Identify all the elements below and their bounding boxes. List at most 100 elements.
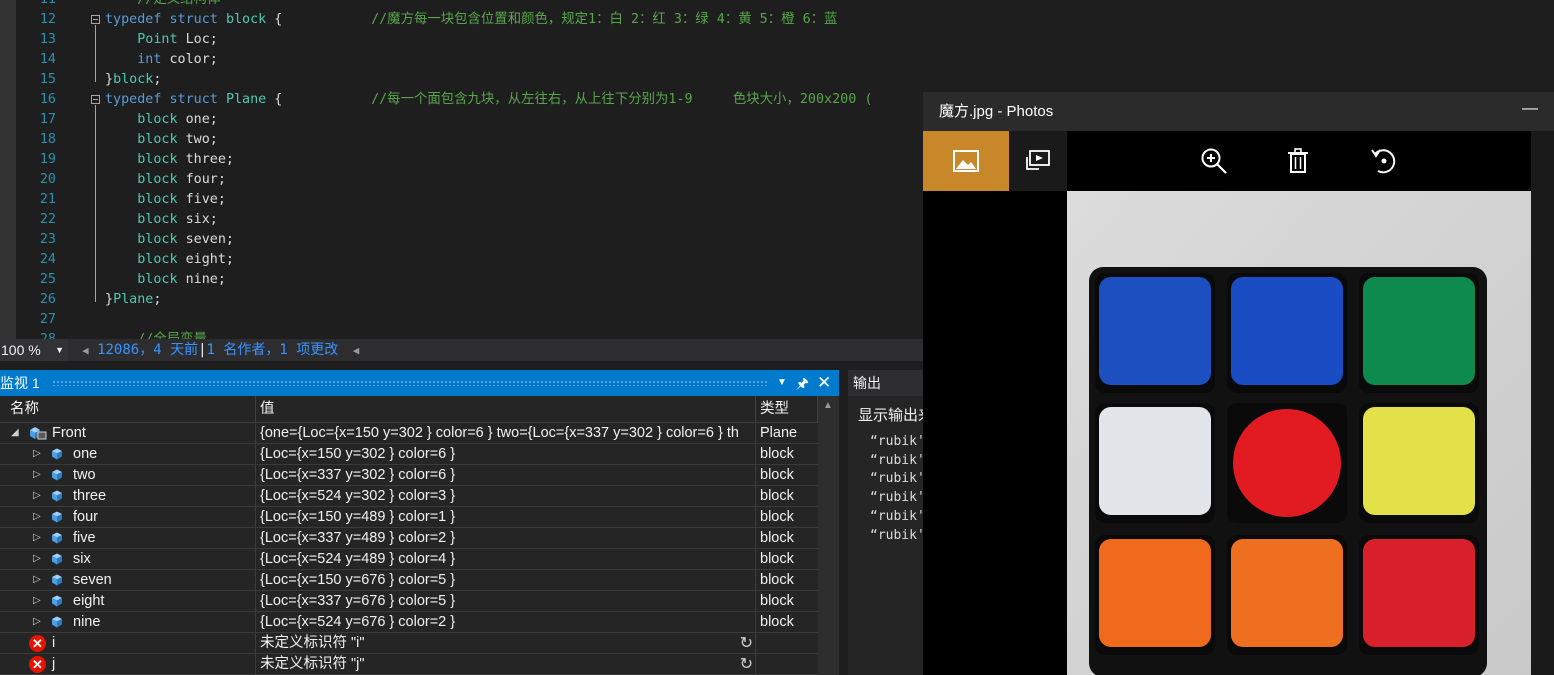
watch-value-cell[interactable]: {Loc={x=524 y=302 } color=3 }: [256, 486, 756, 506]
photos-titlebar[interactable]: 魔方.jpg - Photos —: [923, 92, 1554, 131]
zoom-in-button[interactable]: [1199, 131, 1229, 191]
collapsed-triangle-icon[interactable]: ▷: [33, 591, 41, 611]
watch-row-four[interactable]: ▷ four {Loc={x=150 y=489 } color=1 } block: [0, 507, 818, 528]
watch-value-cell[interactable]: {Loc={x=337 y=489 } color=2 }: [256, 528, 756, 548]
watch-value-cell[interactable]: {Loc={x=150 y=302 } color=6 }: [256, 444, 756, 464]
code-line[interactable]: 18 block two;: [0, 130, 923, 150]
watch-panel-titlebar[interactable]: 监视 1 ▼ 🖈 ✕: [0, 370, 839, 396]
code-line[interactable]: 21 block five;: [0, 190, 923, 210]
watch-row-six[interactable]: ▷ six {Loc={x=524 y=489 } color=4 } block: [0, 549, 818, 570]
column-type[interactable]: 类型: [756, 396, 818, 422]
collapsed-triangle-icon[interactable]: ▷: [33, 549, 41, 569]
chevron-left-icon[interactable]: ◀: [353, 344, 360, 357]
collection-button[interactable]: [923, 131, 1009, 191]
watch-value-cell[interactable]: {Loc={x=150 y=676 } color=5 }: [256, 570, 756, 590]
code-line[interactable]: 25 block nine;: [0, 270, 923, 290]
code-line[interactable]: 27: [0, 310, 923, 330]
watch-value-cell[interactable]: {Loc={x=150 y=489 } color=1 }: [256, 507, 756, 527]
zoom-select[interactable]: 100 % ▼: [0, 339, 68, 361]
code-line[interactable]: 23 block seven;: [0, 230, 923, 250]
watch-value-cell[interactable]: {Loc={x=337 y=676 } color=5 }: [256, 591, 756, 611]
output-panel[interactable]: 输出 显示输出来 “rubik' “rubik' “rubik' “rubik' “ru…: [848, 370, 928, 675]
codelens-authors[interactable]: 1 名作者，1 项更改: [207, 342, 339, 358]
fold-toggle-icon[interactable]: [91, 15, 100, 24]
watch-row-three[interactable]: ▷ three {Loc={x=524 y=302 } color=3 } block: [0, 486, 818, 507]
watch-row-two[interactable]: ▷ two {Loc={x=337 y=302 } color=6 } block: [0, 465, 818, 486]
refresh-icon[interactable]: ↻: [740, 634, 753, 653]
watch-value-cell[interactable]: 未定义标识符 "i" ↻: [256, 633, 756, 653]
dropdown-icon[interactable]: ▼: [777, 370, 787, 396]
watch-row-five[interactable]: ▷ five {Loc={x=337 y=489 } color=2 } block: [0, 528, 818, 549]
watch-row-j[interactable]: ✕ j 未定义标识符 "j" ↻: [0, 654, 818, 675]
output-text[interactable]: “rubik' “rubik' “rubik' “rubik' “rubik' “rubi…: [870, 433, 925, 545]
watch-value-cell[interactable]: {one={Loc={x=150 y=302 } color=6 } two={…: [256, 423, 756, 443]
watch-row-i[interactable]: ✕ i 未定义标识符 "i" ↻: [0, 633, 818, 654]
collapsed-triangle-icon[interactable]: ▷: [33, 486, 41, 506]
code-line[interactable]: 12 typedef struct block { //魔方每一块包含位置和颜色，…: [0, 10, 923, 30]
minimize-button[interactable]: —: [1522, 92, 1538, 128]
watch-name-cell[interactable]: ▷ five: [0, 528, 256, 548]
collapsed-triangle-icon[interactable]: ▷: [33, 465, 41, 485]
chevron-down-icon[interactable]: ▼: [55, 339, 64, 361]
watch-name-cell[interactable]: ▷ nine: [0, 612, 256, 632]
collapsed-triangle-icon[interactable]: ▷: [33, 444, 41, 464]
collapsed-triangle-icon[interactable]: ▷: [33, 507, 41, 527]
column-value[interactable]: 值: [256, 396, 756, 422]
slideshow-button[interactable]: [1009, 131, 1067, 191]
watch-value-cell[interactable]: 未定义标识符 "j" ↻: [256, 654, 756, 674]
watch-type-cell: Plane: [760, 425, 798, 441]
code-line[interactable]: 16 typedef struct Plane { //每一个面包含九块，从左往右…: [0, 90, 923, 110]
code-line[interactable]: 28 //全局变量: [0, 330, 923, 339]
photo-viewer[interactable]: [1067, 191, 1531, 675]
code-line[interactable]: 15}block;: [0, 70, 923, 90]
watch-row-nine[interactable]: ▷ nine {Loc={x=524 y=676 } color=2 } block: [0, 612, 818, 633]
rotate-button[interactable]: [1369, 131, 1399, 191]
watch-name-cell[interactable]: ✕ i: [0, 633, 256, 653]
watch-name-cell[interactable]: ▷ six: [0, 549, 256, 569]
code-line[interactable]: 13 Point Loc;: [0, 30, 923, 50]
code-line[interactable]: 22 block six;: [0, 210, 923, 230]
scroll-up-icon[interactable]: ▲: [823, 400, 833, 411]
pin-icon[interactable]: 🖈: [796, 370, 809, 396]
watch-name-cell[interactable]: ▷ one: [0, 444, 256, 464]
column-name[interactable]: 名称: [0, 396, 256, 422]
watch-row-front[interactable]: ◢ Front {one={Loc={x=150 y=302 } color=6 }…: [0, 423, 818, 444]
watch-panel[interactable]: 监视 1 ▼ 🖈 ✕ 名称 值 类型 ◢ Front {one={Loc={x=15…: [0, 370, 839, 675]
collapsed-triangle-icon[interactable]: ▷: [33, 528, 41, 548]
watch-name-cell[interactable]: ◢ Front: [0, 423, 256, 443]
collapsed-triangle-icon[interactable]: ▷: [33, 570, 41, 590]
watch-row-eight[interactable]: ▷ eight {Loc={x=337 y=676 } color=5 } block: [0, 591, 818, 612]
close-icon[interactable]: ✕: [817, 370, 831, 396]
drag-grip[interactable]: [52, 380, 768, 386]
code-line[interactable]: 17 block one;: [0, 110, 923, 130]
refresh-icon[interactable]: ↻: [740, 655, 753, 674]
watch-value-cell[interactable]: {Loc={x=524 y=489 } color=4 }: [256, 549, 756, 569]
code-line[interactable]: 24 block eight;: [0, 250, 923, 270]
watch-row-seven[interactable]: ▷ seven {Loc={x=150 y=676 } color=5 } block: [0, 570, 818, 591]
watch-name-cell[interactable]: ▷ two: [0, 465, 256, 485]
codelens-changes[interactable]: 12086，4 天前: [97, 342, 198, 358]
collapsed-triangle-icon[interactable]: ▷: [33, 612, 41, 632]
watch-value-cell[interactable]: {Loc={x=337 y=302 } color=6 }: [256, 465, 756, 485]
code-editor[interactable]: 11 //定义结构体 12 typedef struct block { //魔方每…: [0, 0, 923, 339]
code-line[interactable]: 26}Plane;: [0, 290, 923, 310]
delete-button[interactable]: [1285, 131, 1311, 191]
watch-name-cell[interactable]: ✕ j: [0, 654, 256, 674]
output-panel-title[interactable]: 输出: [848, 370, 928, 396]
codelens-bar[interactable]: ◀ 12086，4 天前|1 名作者，1 项更改 ◀: [82, 339, 359, 361]
code-line[interactable]: 19 block three;: [0, 150, 923, 170]
watch-name-cell[interactable]: ▷ four: [0, 507, 256, 527]
watch-name-cell[interactable]: ▷ seven: [0, 570, 256, 590]
watch-row-one[interactable]: ▷ one {Loc={x=150 y=302 } color=6 } block: [0, 444, 818, 465]
fold-toggle-icon[interactable]: [91, 95, 100, 104]
watch-scrollbar[interactable]: ▲: [818, 396, 839, 675]
chevron-left-icon[interactable]: ◀: [82, 344, 89, 357]
watch-value-cell[interactable]: {Loc={x=524 y=676 } color=2 }: [256, 612, 756, 632]
watch-name-cell[interactable]: ▷ eight: [0, 591, 256, 611]
code-line[interactable]: 20 block four;: [0, 170, 923, 190]
code-line[interactable]: 14 int color;: [0, 50, 923, 70]
photos-window[interactable]: 魔方.jpg - Photos —: [923, 92, 1554, 675]
watch-name-cell[interactable]: ▷ three: [0, 486, 256, 506]
expanded-triangle-icon[interactable]: ◢: [11, 423, 19, 443]
code-line[interactable]: 11 //定义结构体: [0, 0, 923, 10]
